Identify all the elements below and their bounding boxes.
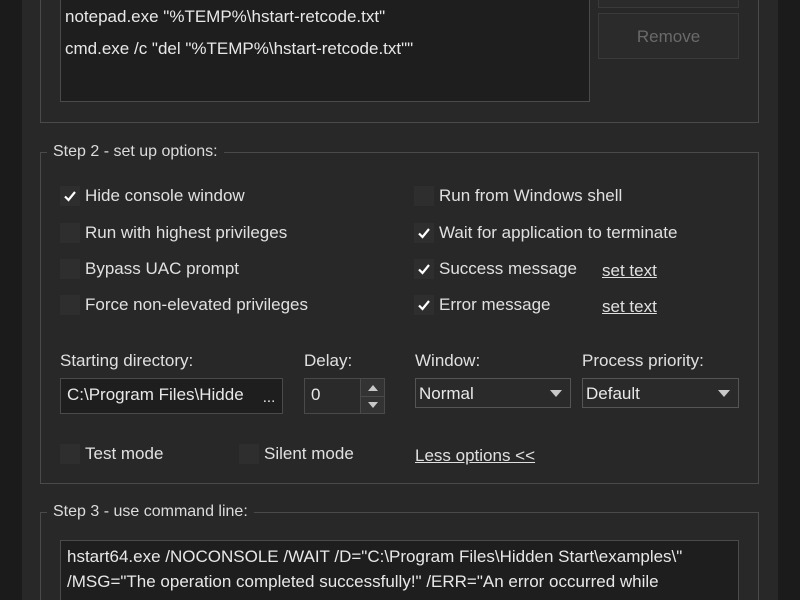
test-mode-label: Test mode bbox=[85, 444, 164, 463]
non-elevated-checkbox[interactable]: Force non-elevated privileges bbox=[60, 295, 308, 315]
priority-value: Default bbox=[586, 384, 640, 403]
list-item[interactable]: notepad.exe "%TEMP%\hstart-retcode.txt" bbox=[65, 7, 385, 27]
wait-terminate-label: Wait for application to terminate bbox=[439, 223, 678, 242]
checkmark-icon bbox=[418, 228, 430, 239]
window-label: Window: bbox=[415, 351, 481, 370]
delay-label: Delay: bbox=[304, 351, 353, 370]
delay-value: 0 bbox=[311, 385, 321, 404]
silent-mode-checkbox[interactable]: Silent mode bbox=[239, 444, 354, 464]
spin-up-icon[interactable] bbox=[361, 379, 384, 396]
wait-terminate-checkbox[interactable]: Wait for application to terminate bbox=[414, 223, 677, 243]
step3-title: Step 3 - use command line: bbox=[47, 503, 254, 521]
checkbox-box[interactable] bbox=[60, 259, 80, 279]
list-item[interactable]: cmd.exe /c "del "%TEMP%\hstart-retcode.t… bbox=[65, 39, 413, 59]
checkmark-icon bbox=[418, 300, 430, 311]
hide-console-checkbox[interactable]: Hide console window bbox=[60, 186, 245, 206]
command-list[interactable]: notepad.exe "%TEMP%\hstart-retcode.txt" … bbox=[60, 0, 590, 102]
checkmark-icon bbox=[64, 191, 76, 202]
success-set-text-link[interactable]: set text bbox=[602, 261, 657, 281]
checkbox-box[interactable] bbox=[60, 223, 80, 243]
checkmark-icon bbox=[418, 264, 430, 275]
command-line-1: hstart64.exe /NOCONSOLE /WAIT /D="C:\Pro… bbox=[67, 547, 683, 566]
window-select[interactable]: Normal bbox=[415, 378, 571, 408]
error-set-text-link[interactable]: set text bbox=[602, 297, 657, 317]
chevron-down-icon bbox=[718, 390, 730, 397]
starting-directory-input[interactable]: C:\Program Files\Hidde ... bbox=[60, 378, 283, 414]
checkbox-box[interactable] bbox=[414, 295, 434, 315]
non-elevated-label: Force non-elevated privileges bbox=[85, 295, 309, 314]
bypass-uac-checkbox[interactable]: Bypass UAC prompt bbox=[60, 259, 239, 279]
chevron-down-icon bbox=[550, 390, 562, 397]
window-value: Normal bbox=[419, 384, 474, 403]
checkbox-box[interactable] bbox=[60, 444, 80, 464]
checkbox-box[interactable] bbox=[414, 223, 434, 243]
process-priority-label: Process priority: bbox=[582, 351, 704, 370]
success-message-label: Success message bbox=[439, 259, 577, 278]
checkbox-box[interactable] bbox=[414, 259, 434, 279]
hstart-window: notepad.exe "%TEMP%\hstart-retcode.txt" … bbox=[22, 0, 778, 600]
command-line-box[interactable]: hstart64.exe /NOCONSOLE /WAIT /D="C:\Pro… bbox=[60, 540, 739, 600]
hide-console-label: Hide console window bbox=[85, 186, 245, 205]
test-mode-checkbox[interactable]: Test mode bbox=[60, 444, 163, 464]
command-line-2: /MSG="The operation completed successful… bbox=[67, 572, 659, 591]
less-options-link[interactable]: Less options << bbox=[415, 446, 535, 466]
windows-shell-label: Run from Windows shell bbox=[439, 186, 623, 205]
checkbox-box[interactable] bbox=[60, 295, 80, 315]
remove-button[interactable]: Remove bbox=[598, 13, 739, 59]
command-line-text: hstart64.exe /NOCONSOLE /WAIT /D="C:\Pro… bbox=[67, 544, 682, 594]
spin-down-icon[interactable] bbox=[361, 396, 384, 413]
step2-title: Step 2 - set up options: bbox=[47, 143, 224, 161]
delay-spinner[interactable]: 0 bbox=[304, 378, 385, 414]
windows-shell-checkbox[interactable]: Run from Windows shell bbox=[414, 186, 622, 206]
starting-directory-label: Starting directory: bbox=[60, 351, 194, 370]
error-message-label: Error message bbox=[439, 295, 551, 314]
checkbox-box[interactable] bbox=[239, 444, 259, 464]
success-message-checkbox[interactable]: Success message bbox=[414, 259, 577, 279]
starting-directory-value: C:\Program Files\Hidde bbox=[67, 385, 244, 404]
highest-privileges-checkbox[interactable]: Run with highest privileges bbox=[60, 223, 287, 243]
checkbox-box[interactable] bbox=[60, 186, 80, 206]
error-message-checkbox[interactable]: Error message bbox=[414, 295, 550, 315]
browse-button[interactable]: ... bbox=[256, 379, 282, 413]
bypass-uac-label: Bypass UAC prompt bbox=[85, 259, 239, 278]
process-priority-select[interactable]: Default bbox=[582, 378, 739, 408]
checkbox-box[interactable] bbox=[414, 186, 434, 206]
top-button bbox=[598, 0, 739, 8]
silent-mode-label: Silent mode bbox=[264, 444, 354, 463]
spin-buttons bbox=[360, 379, 384, 413]
highest-privileges-label: Run with highest privileges bbox=[85, 223, 288, 242]
